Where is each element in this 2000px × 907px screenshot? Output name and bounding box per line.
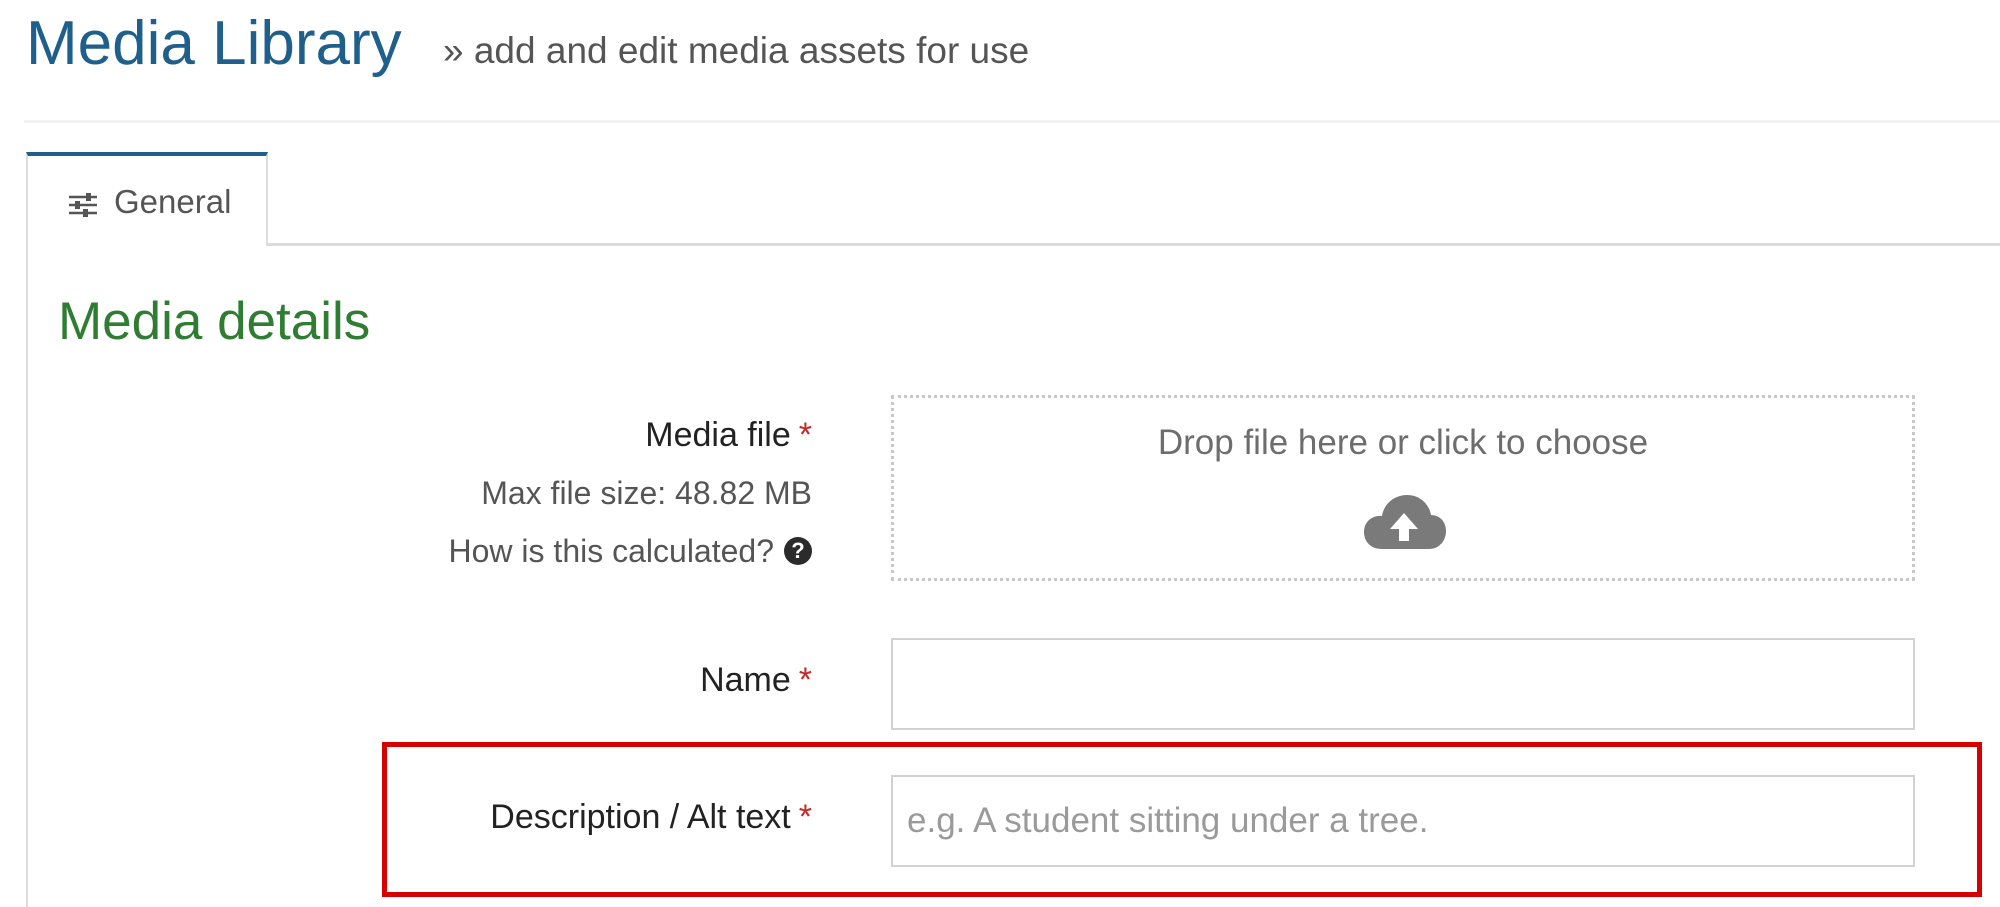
name-input[interactable] (891, 638, 1915, 730)
header-divider (24, 120, 2000, 123)
page-title: Media Library (26, 9, 402, 78)
required-marker: * (798, 798, 812, 836)
description-label: Description / Alt text * (490, 795, 812, 839)
name-label: Name * (700, 658, 812, 702)
max-file-size-text: Max file size: 48.82 MB (481, 475, 812, 511)
file-size-help: How is this calculated?? (449, 529, 812, 573)
name-label-text: Name (700, 661, 791, 699)
tab-general[interactable]: General (26, 152, 268, 246)
cloud-upload-icon (1364, 495, 1446, 549)
media-file-label-text: Media file (645, 416, 791, 454)
required-marker: * (798, 661, 812, 699)
dropzone-text: Drop file here or click to choose (1157, 423, 1649, 462)
page-subtitle: » add and edit media assets for use (443, 30, 1030, 71)
sliders-icon (69, 193, 97, 217)
question-circle-icon[interactable]: ? (784, 536, 812, 565)
media-file-label: Media file * (645, 413, 812, 457)
tab-general-label: General (114, 183, 232, 220)
description-alt-text-input[interactable] (891, 775, 1915, 867)
section-title: Media details (58, 292, 371, 351)
file-dropzone[interactable]: Drop file here or click to choose (891, 395, 1915, 581)
file-size-help-text: How is this calculated? (448, 533, 774, 569)
required-marker: * (798, 416, 812, 454)
media-library-page: Media Library » add and edit media asset… (0, 0, 2000, 907)
description-label-text: Description / Alt text (490, 798, 791, 836)
